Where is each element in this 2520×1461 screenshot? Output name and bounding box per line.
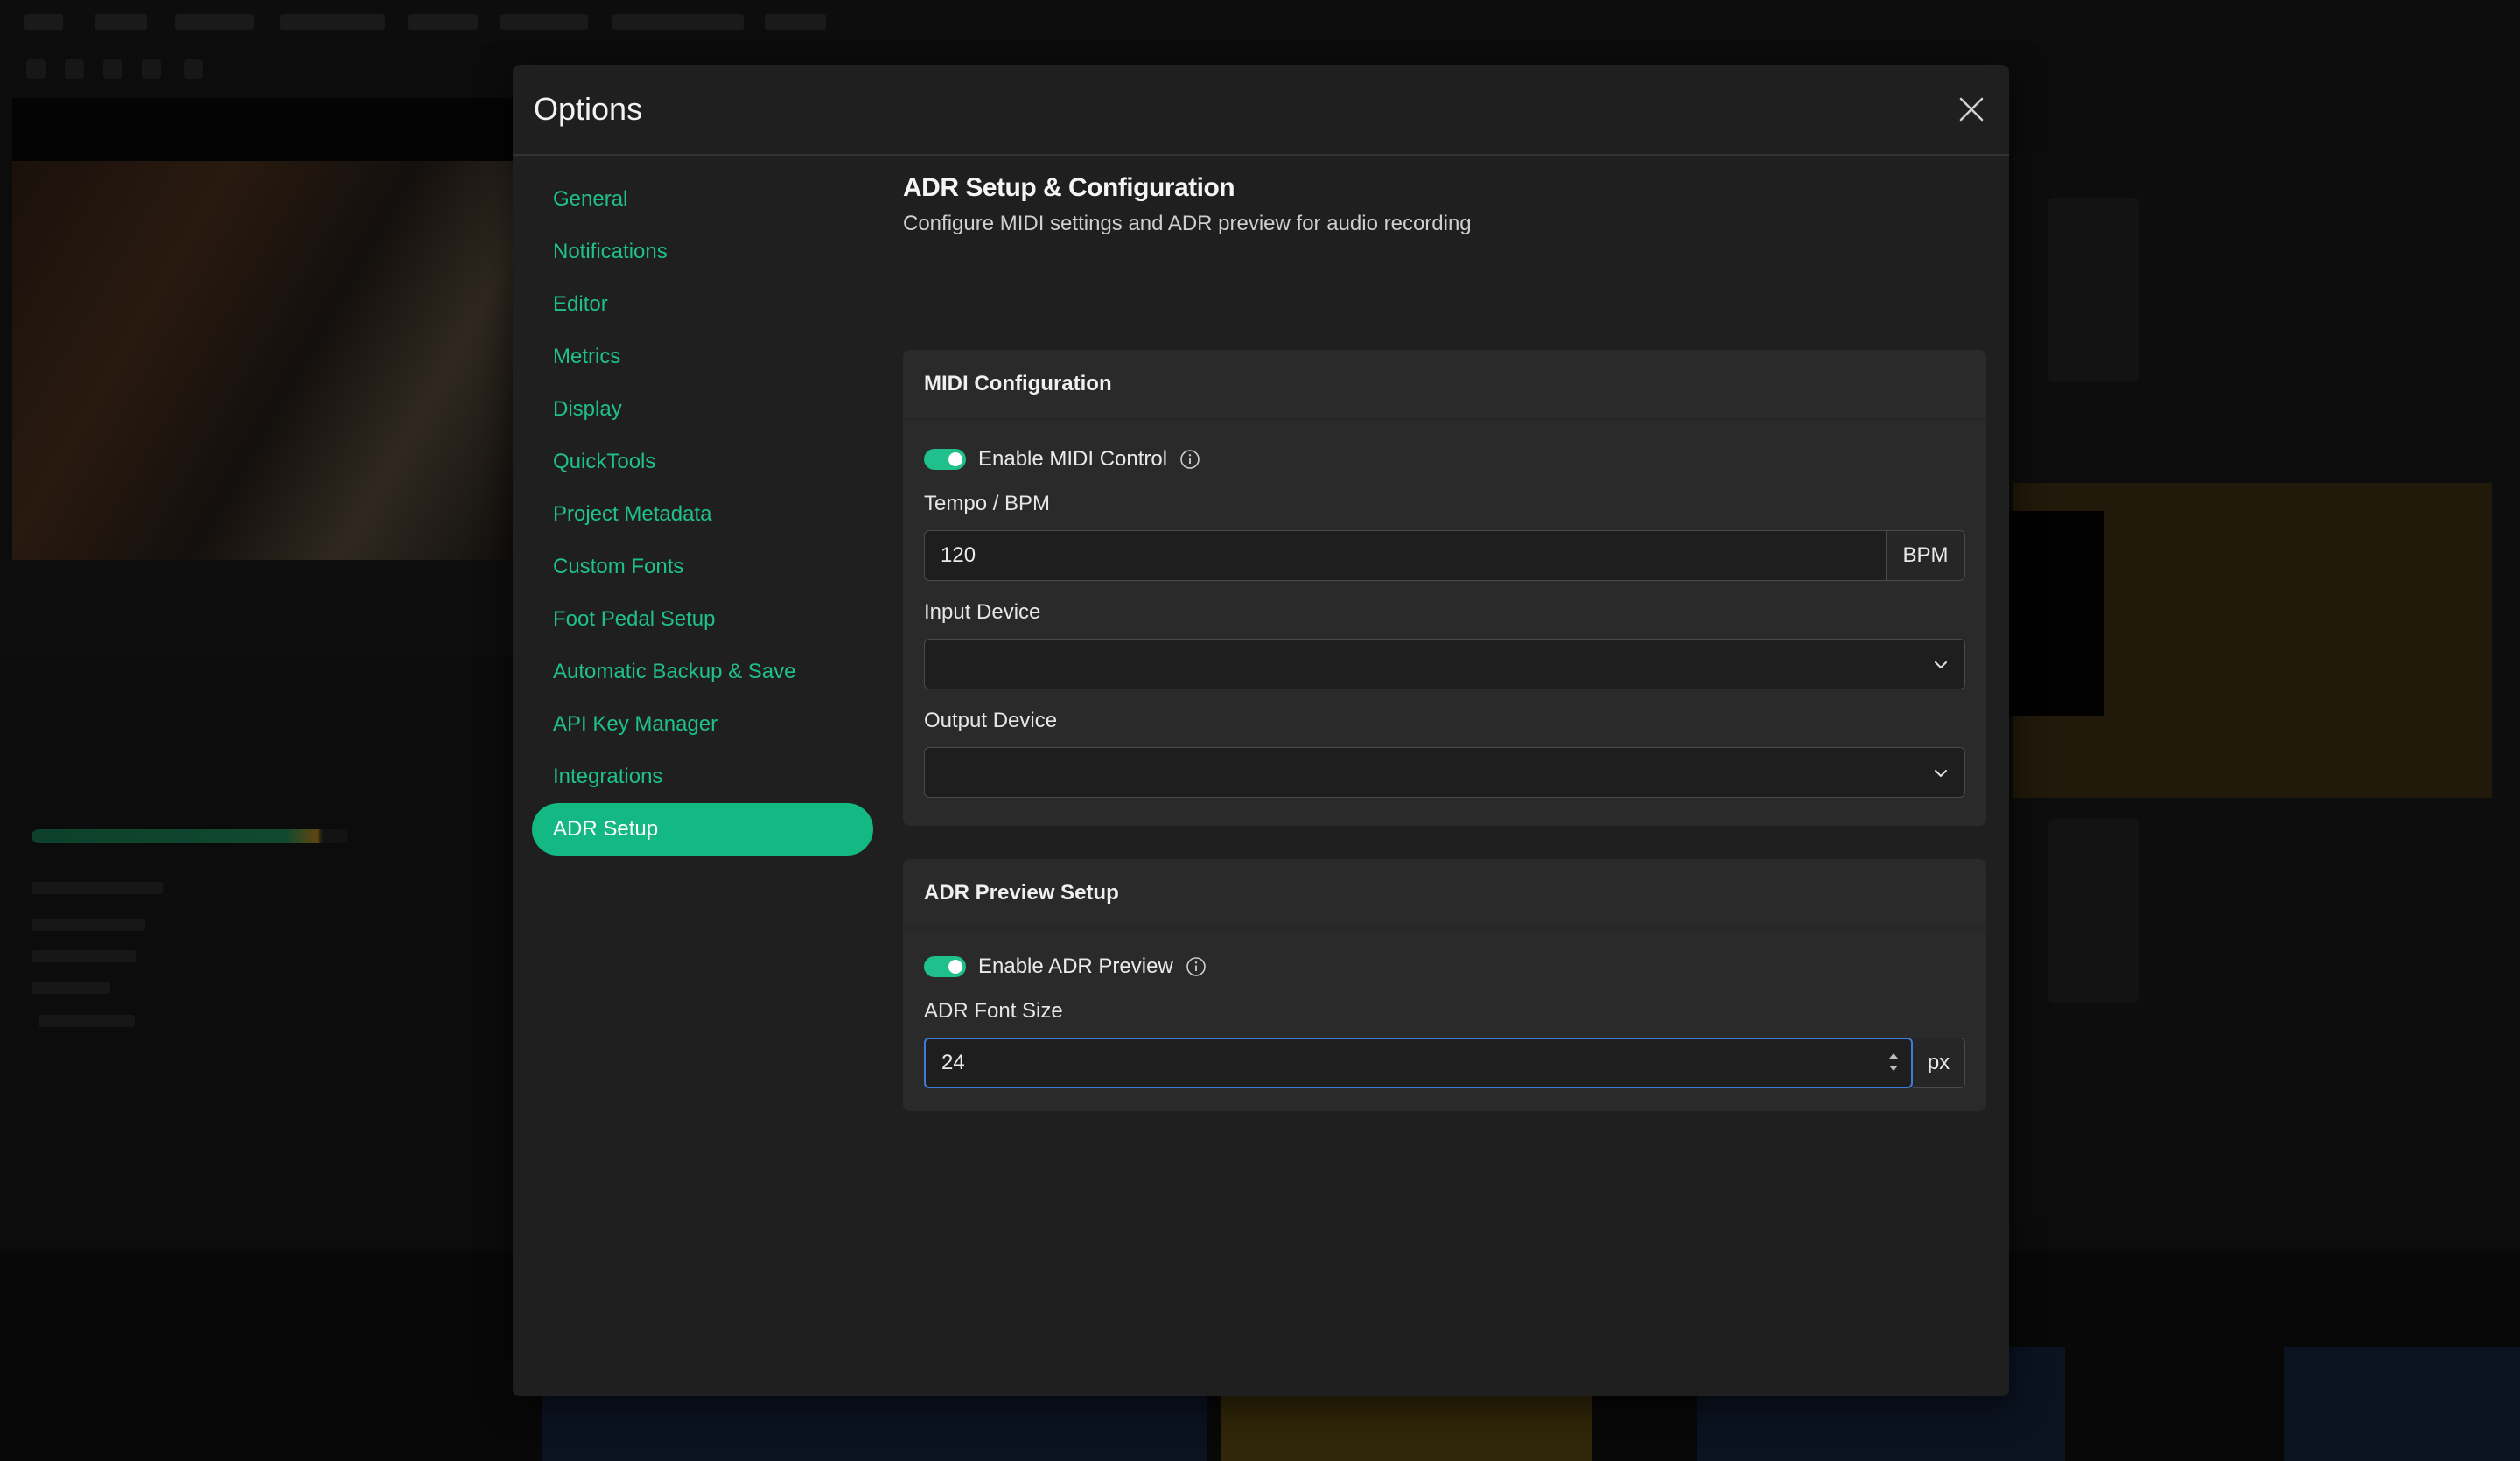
- spinner-arrows-icon[interactable]: [1886, 1045, 1900, 1080]
- midi-card-heading: MIDI Configuration: [903, 350, 1986, 420]
- close-button[interactable]: [1955, 93, 1988, 126]
- tempo-unit-addon: BPM: [1886, 530, 1965, 581]
- enable-adr-preview-toggle[interactable]: [924, 956, 966, 977]
- options-content: ADR Setup & Configuration Configure MIDI…: [903, 173, 1986, 1111]
- section-title: ADR Setup & Configuration: [903, 173, 1236, 202]
- sidebar-item-project-metadata[interactable]: Project Metadata: [532, 488, 873, 541]
- adr-enable-row: Enable ADR Preview: [924, 948, 1965, 985]
- tempo-input[interactable]: [924, 530, 1886, 581]
- options-dialog: Options General Notifications Editor Met…: [513, 65, 2009, 1396]
- midi-configuration-card: MIDI Configuration Enable MIDI Control T…: [903, 350, 1986, 826]
- tempo-input-group: BPM: [924, 530, 1965, 581]
- sidebar-item-metrics[interactable]: Metrics: [532, 331, 873, 383]
- output-device-label: Output Device: [924, 709, 1058, 732]
- sidebar-item-custom-fonts[interactable]: Custom Fonts: [532, 541, 873, 593]
- input-device-select[interactable]: [924, 639, 1965, 689]
- font-size-unit-addon: px: [1913, 1038, 1965, 1088]
- toggle-knob: [948, 960, 962, 974]
- input-device-label: Input Device: [924, 600, 1041, 624]
- sidebar-item-foot-pedal-setup[interactable]: Foot Pedal Setup: [532, 593, 873, 646]
- sidebar-item-api-key-manager[interactable]: API Key Manager: [532, 698, 873, 751]
- sidebar-item-quicktools[interactable]: QuickTools: [532, 436, 873, 488]
- tempo-label: Tempo / BPM: [924, 492, 1051, 515]
- dialog-title: Options: [534, 91, 643, 127]
- info-icon[interactable]: [1186, 956, 1207, 977]
- toggle-knob: [948, 452, 962, 466]
- sidebar-item-editor[interactable]: Editor: [532, 278, 873, 331]
- adr-font-size-label: ADR Font Size: [924, 999, 1063, 1023]
- adr-font-size-input[interactable]: [924, 1038, 1913, 1088]
- output-device-select[interactable]: [924, 747, 1965, 798]
- chevron-down-icon: [1935, 661, 1947, 668]
- section-subtitle: Configure MIDI settings and ADR preview …: [903, 212, 1472, 235]
- sidebar-item-automatic-backup[interactable]: Automatic Backup & Save: [532, 646, 873, 698]
- adr-preview-heading: ADR Preview Setup: [903, 859, 1986, 929]
- enable-adr-preview-label: Enable ADR Preview: [978, 954, 1173, 978]
- sidebar-item-integrations[interactable]: Integrations: [532, 751, 873, 803]
- sidebar-item-general[interactable]: General: [532, 173, 873, 226]
- midi-enable-row: Enable MIDI Control: [924, 441, 1965, 478]
- adr-font-size-wrapper: [924, 1038, 1913, 1088]
- sidebar-item-display[interactable]: Display: [532, 383, 873, 436]
- enable-midi-label: Enable MIDI Control: [978, 447, 1168, 471]
- sidebar-item-notifications[interactable]: Notifications: [532, 226, 873, 278]
- sidebar-item-adr-setup[interactable]: ADR Setup: [532, 803, 873, 856]
- adr-font-size-group: px: [924, 1038, 1965, 1088]
- dialog-header: Options: [513, 65, 2009, 156]
- close-icon: [1959, 97, 1984, 122]
- enable-midi-toggle[interactable]: [924, 449, 966, 470]
- chevron-down-icon: [1935, 770, 1947, 777]
- adr-preview-card: ADR Preview Setup Enable ADR Preview ADR…: [903, 859, 1986, 1111]
- info-icon[interactable]: [1180, 449, 1200, 470]
- options-sidebar: General Notifications Editor Metrics Dis…: [532, 173, 873, 856]
